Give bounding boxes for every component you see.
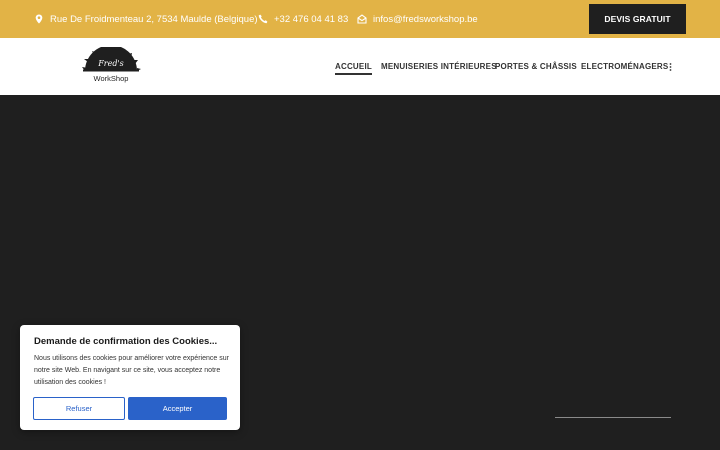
- phone-link[interactable]: +32 476 04 41 83: [258, 0, 348, 38]
- main-navbar: Fred's WorkShop ACCUEIL MENUISERIES INTÉ…: [0, 38, 720, 95]
- logo-text-bottom: WorkShop: [93, 74, 129, 83]
- accept-button[interactable]: Accepter: [128, 397, 227, 420]
- nav-item-accueil[interactable]: ACCUEIL: [335, 38, 372, 95]
- phone-icon: [258, 14, 268, 24]
- logo-text-top: Fred's: [98, 59, 124, 68]
- map-pin-icon: [35, 14, 43, 24]
- cookie-consent-dialog: Demande de confirmation des Cookies... N…: [20, 325, 240, 430]
- phone-text: +32 476 04 41 83: [274, 13, 349, 25]
- address-text: Rue De Froidmenteau 2, 7534 Maulde (Belg…: [50, 13, 258, 25]
- refuse-button[interactable]: Refuser: [33, 397, 125, 420]
- envelope-icon: [357, 14, 367, 24]
- hero-divider: [555, 417, 671, 418]
- email-text: infos@fredsworkshop.be: [373, 13, 478, 25]
- top-bar: Rue De Froidmenteau 2, 7534 Maulde (Belg…: [0, 0, 720, 38]
- email-link[interactable]: infos@fredsworkshop.be: [357, 0, 478, 38]
- cookie-title: Demande de confirmation des Cookies...: [34, 336, 218, 347]
- free-quote-button[interactable]: DEVIS GRATUIT: [589, 4, 686, 34]
- address-link[interactable]: Rue De Froidmenteau 2, 7534 Maulde (Belg…: [34, 0, 258, 38]
- nav-item-menuiseries[interactable]: MENUISERIES INTÉRIEURES: [381, 38, 497, 95]
- nav-item-portes-chassis[interactable]: PORTES & CHÂSSIS: [495, 38, 577, 95]
- cookie-text: Nous utilisons des cookies pour améliore…: [34, 355, 229, 386]
- nav-item-electromenagers[interactable]: ELECTROMÉNAGERS: [581, 38, 668, 95]
- site-logo[interactable]: Fred's WorkShop: [80, 47, 142, 87]
- vertical-dots-icon[interactable]: [669, 63, 672, 71]
